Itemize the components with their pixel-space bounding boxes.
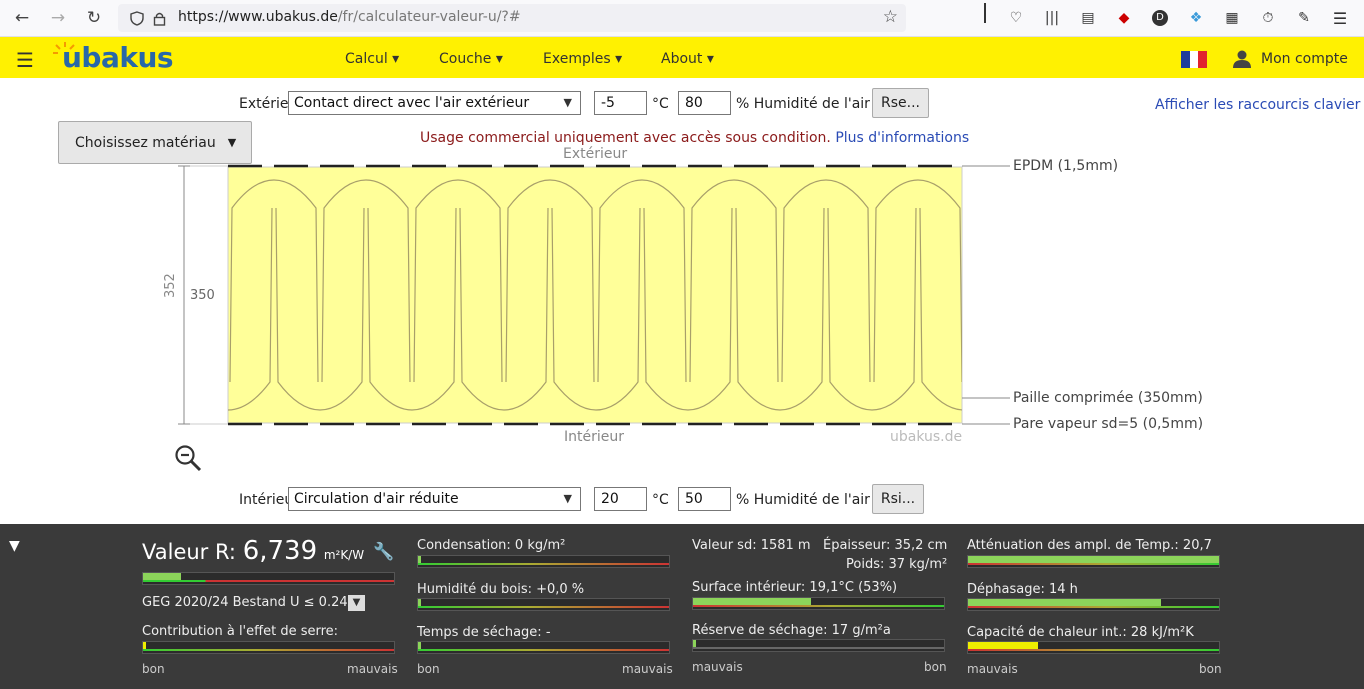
back-icon[interactable]: ← xyxy=(11,7,33,29)
straw-layer[interactable] xyxy=(227,166,963,424)
ublock-icon[interactable]: ◆ xyxy=(1114,8,1134,28)
drying-reserve-label: Réserve de séchage: 17 g/m²a xyxy=(692,623,891,638)
menu-exemples[interactable]: Exemples ▾ xyxy=(543,51,622,67)
layer-thickness-label: 350 xyxy=(190,288,215,303)
choose-material-button[interactable]: Choisissez matériau ▼ xyxy=(58,121,252,164)
app-menu-icon[interactable]: ☰ xyxy=(1330,8,1350,28)
standard-dropdown-icon[interactable]: ▼ xyxy=(348,595,365,611)
interior-temp-input[interactable]: 20 xyxy=(594,487,647,511)
bad-label: mauvais xyxy=(347,662,398,676)
dropdown-arrow-icon: ▼ xyxy=(227,136,237,149)
menu-couche[interactable]: Couche ▾ xyxy=(439,51,503,67)
bad-label: mauvais xyxy=(622,662,673,676)
phase-shift-bar xyxy=(967,598,1220,611)
greenhouse-bar xyxy=(142,641,395,654)
rse-button[interactable]: Rse... xyxy=(872,88,929,118)
sd-value-label: Valeur sd: 1581 m xyxy=(692,538,811,553)
menu-about[interactable]: About ▾ xyxy=(661,51,714,67)
heat-capacity-bar xyxy=(967,641,1220,654)
extensions-icon[interactable]: ✎ xyxy=(1294,8,1314,28)
exterior-condition-select[interactable]: Contact direct avec l'air extérieur ▼ xyxy=(288,91,581,115)
lock-icon xyxy=(153,12,166,26)
dropdown-arrow-icon: ▼ xyxy=(563,96,572,109)
dropdown-arrow-icon: ▼ xyxy=(563,492,572,505)
surface-interior-label: Surface intérieur: 19,1°C (53%) xyxy=(692,580,898,595)
address-bar[interactable]: https://www.ubakus.de/fr/calculateur-val… xyxy=(118,4,906,32)
reader-view-icon[interactable]: ▤ xyxy=(1078,8,1098,28)
pocket-icon[interactable]: ♡ xyxy=(1006,8,1026,28)
interior-condition-select[interactable]: Circulation d'air réduite ▼ xyxy=(288,487,581,511)
commercial-notice: Usage commercial uniquement avec accès s… xyxy=(420,130,970,146)
exterior-temp-unit: °C xyxy=(652,96,669,112)
extension-d-icon[interactable]: D xyxy=(1150,8,1170,28)
qr-icon[interactable]: ▦ xyxy=(1222,8,1242,28)
reload-icon[interactable]: ↻ xyxy=(83,7,105,29)
library-icon[interactable]: ||| xyxy=(1042,8,1062,28)
good-label: bon xyxy=(924,660,947,674)
exterior-temp-input[interactable]: -5 xyxy=(594,91,647,115)
wood-humidity-label: Humidité du bois: +0,0 % xyxy=(417,582,585,597)
thickness-label: Épaisseur: 35,2 cm xyxy=(823,538,948,553)
condensation-label: Condensation: 0 kg/m² xyxy=(417,538,566,553)
toolbar-divider xyxy=(984,3,986,23)
layer-label-epdm[interactable]: EPDM (1,5mm) xyxy=(1013,158,1118,174)
forward-icon[interactable]: → xyxy=(47,7,69,29)
exterior-humidity-input[interactable]: 80 xyxy=(678,91,731,115)
user-icon[interactable] xyxy=(1232,49,1252,69)
condensation-bar xyxy=(417,555,670,568)
surface-interior-bar xyxy=(692,597,945,610)
rsi-button[interactable]: Rsi... xyxy=(872,484,924,514)
good-label: bon xyxy=(142,662,165,676)
layer-label-straw[interactable]: Paille comprimée (350mm) xyxy=(1013,390,1203,406)
site-header: ☰ ubakus Calcul ▾ Couche ▾ Exemples ▾ Ab… xyxy=(0,37,1364,78)
interior-humidity-label: % Humidité de l'air xyxy=(736,492,870,508)
drying-time-bar xyxy=(417,641,670,654)
url-text: https://www.ubakus.de/fr/calculateur-val… xyxy=(178,9,521,25)
extension-diamond-icon[interactable]: ❖ xyxy=(1186,8,1206,28)
attenuation-bar xyxy=(967,555,1220,568)
account-link[interactable]: Mon compte xyxy=(1261,51,1348,67)
wood-humidity-bar xyxy=(417,598,670,611)
logo[interactable]: ubakus xyxy=(52,40,182,76)
phase-shift-label: Déphasage: 14 h xyxy=(967,582,1078,597)
zoom-out-icon[interactable] xyxy=(174,444,202,472)
total-thickness-label: 352 xyxy=(163,273,178,298)
results-panel: ▼ Valeur R: 6,739 m²K/W 🔧 GEG 2020/24 Be… xyxy=(0,524,1364,689)
drying-reserve-bar xyxy=(692,639,945,652)
heat-capacity-label: Capacité de chaleur int.: 28 kJ/m²K xyxy=(967,625,1194,640)
bad-label: mauvais xyxy=(967,662,1018,676)
interior-humidity-input[interactable]: 50 xyxy=(678,487,731,511)
shield-icon xyxy=(130,11,144,26)
good-label: bon xyxy=(1199,662,1222,676)
bad-label: mauvais xyxy=(692,660,743,674)
shortcuts-link[interactable]: Afficher les raccourcis clavier xyxy=(1155,97,1360,113)
timer-icon[interactable]: ⏱ xyxy=(1258,8,1278,28)
good-label: bon xyxy=(417,662,440,676)
browser-toolbar: ← → ↻ https://www.ubakus.de/fr/calculate… xyxy=(0,0,1364,37)
interior-temp-unit: °C xyxy=(652,492,669,508)
bookmark-star-icon[interactable]: ☆ xyxy=(883,7,898,27)
french-flag-icon[interactable] xyxy=(1181,51,1208,68)
greenhouse-label: Contribution à l'effet de serre: xyxy=(142,624,339,639)
collapse-panel-icon[interactable]: ▼ xyxy=(9,538,20,554)
attenuation-label: Atténuation des ampl. de Temp.: 20,7 xyxy=(967,538,1212,553)
more-info-link[interactable]: Plus d'informations xyxy=(835,130,969,146)
weight-label: Poids: 37 kg/m² xyxy=(846,557,948,572)
r-value-display: Valeur R: 6,739 m²K/W xyxy=(142,536,365,566)
exterior-humidity-label: % Humidité de l'air xyxy=(736,96,870,112)
wrench-icon[interactable]: 🔧 xyxy=(373,542,394,562)
r-value-bar xyxy=(142,572,395,585)
interior-label: Intérieu xyxy=(239,492,294,508)
wall-diagram xyxy=(178,164,1010,426)
menu-calcul[interactable]: Calcul ▾ xyxy=(345,51,399,67)
drying-time-label: Temps de séchage: - xyxy=(417,625,551,640)
hamburger-menu-icon[interactable]: ☰ xyxy=(16,48,34,72)
layer-label-vapour-barrier[interactable]: Pare vapeur sd=5 (0,5mm) xyxy=(1013,416,1203,432)
standard-label: GEG 2020/24 Bestand U ≤ 0.24 xyxy=(142,595,348,610)
